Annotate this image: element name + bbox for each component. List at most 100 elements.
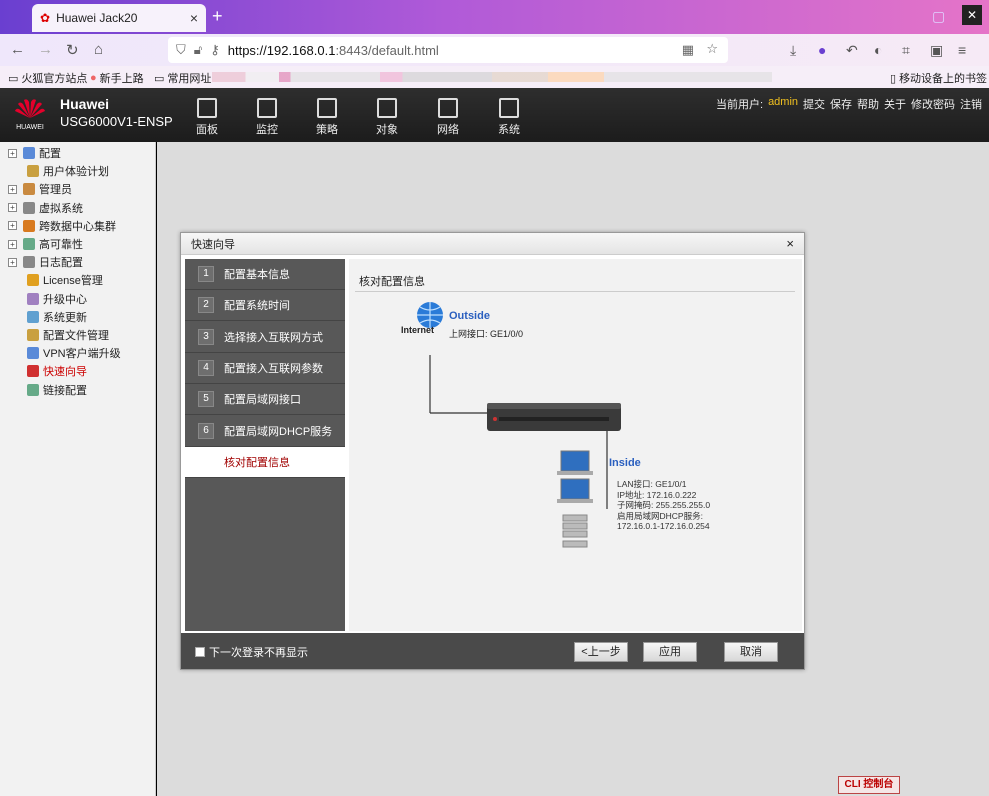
huawei-logo: HUAWEI	[12, 96, 48, 134]
sidebar-item[interactable]: + 虚拟系统	[8, 199, 83, 217]
account-icon[interactable]: ●	[818, 42, 826, 58]
review-panel: 核对配置信息 Internet Outside 上网接口: GE1/0/0 In…	[349, 259, 802, 631]
object-icon	[377, 98, 397, 118]
logout-link[interactable]: 注销	[960, 96, 982, 112]
sidebar-item-icon	[23, 256, 35, 269]
sidebar-item-label: 配置文件管理	[43, 330, 109, 342]
wizard-step[interactable]: 4 配置接入互联网参数	[185, 353, 345, 384]
network-icon	[438, 98, 458, 118]
wizard-step[interactable]: 5 配置局域网接口	[185, 384, 345, 416]
no-show-checkbox[interactable]	[195, 647, 205, 657]
huawei-favicon-icon: ✿	[40, 11, 51, 25]
addon-icon[interactable]: ▣	[930, 42, 943, 59]
wizard-step[interactable]: 6 配置局域网DHCP服务	[185, 416, 345, 447]
cancel-button[interactable]: 取消	[724, 642, 778, 662]
sidebar-item[interactable]: 链接配置	[27, 381, 87, 399]
sidebar-item[interactable]: + 跨数据中心集群	[8, 217, 116, 235]
menu-icon[interactable]: ≡	[958, 42, 966, 58]
dialog-close-icon[interactable]: ×	[786, 236, 794, 251]
window-close-icon[interactable]: ✕	[962, 5, 982, 25]
step-label: 核对配置信息	[224, 456, 290, 469]
expand-icon[interactable]: +	[8, 203, 17, 213]
nav-policy[interactable]: 策略	[305, 98, 349, 137]
cli-console-button[interactable]: CLI 控制台	[838, 776, 900, 794]
wizard-step[interactable]: 3 选择接入互联网方式	[185, 322, 345, 353]
forward-icon[interactable]: →	[38, 41, 53, 58]
dashboard-icon	[197, 98, 217, 118]
qr-icon[interactable]: ▦	[682, 42, 694, 58]
brand: Huawei USG6000V1-ENSP	[60, 96, 173, 129]
sidebar-item[interactable]: + 配置	[8, 144, 61, 162]
about-link[interactable]: 关于	[884, 96, 906, 112]
sidebar-item[interactable]: License管理	[27, 271, 103, 289]
current-user: admin	[768, 96, 799, 108]
submit-link[interactable]: 提交	[803, 96, 825, 112]
bookmark-item[interactable]: ● 新手上路	[90, 70, 144, 86]
help-link[interactable]: 帮助	[857, 96, 879, 112]
nav-monitor[interactable]: 监控	[245, 98, 289, 137]
nav-dashboard[interactable]: 面板	[185, 98, 229, 137]
sidebar-item[interactable]: 快速向导	[27, 362, 87, 380]
bookmark-item[interactable]: ▭ 常用网址	[154, 70, 211, 86]
no-show-option[interactable]: 下一次登录不再显示	[195, 644, 308, 660]
mobile-bookmarks[interactable]: ▯ 移动设备上的书签	[890, 70, 987, 86]
expand-icon[interactable]: +	[8, 239, 17, 249]
dialog-header: 快速向导 ×	[181, 233, 804, 255]
tab-close-icon[interactable]: ×	[190, 10, 198, 26]
window-minimize-icon[interactable]: ▢	[932, 8, 945, 25]
nav-object[interactable]: 对象	[365, 98, 409, 137]
home-icon[interactable]: ⌂	[94, 41, 103, 58]
firefox-icon: ●	[90, 72, 97, 84]
undo-icon[interactable]: ↶	[846, 42, 858, 59]
laptop-icon	[557, 478, 593, 503]
expand-icon[interactable]: +	[8, 257, 17, 267]
step-number: 1	[198, 266, 214, 282]
panel-title: 核对配置信息	[359, 276, 425, 288]
wizard-step[interactable]: 1 配置基本信息	[185, 259, 345, 290]
star-icon[interactable]: ☆	[706, 41, 718, 57]
nav-system[interactable]: 系统	[487, 98, 531, 137]
sidebar-item[interactable]: 配置文件管理	[27, 326, 109, 344]
url-host: https://192.168.0.1	[227, 42, 336, 58]
panel-divider	[355, 291, 795, 292]
sidebar-item[interactable]: 升级中心	[27, 290, 87, 308]
inside-detail: LAN接口: GE1/0/1 IP地址: 172.16.0.222 子网掩码: …	[617, 479, 711, 531]
download-icon[interactable]: ⤓	[790, 42, 796, 59]
prev-button[interactable]: <上一步	[574, 642, 628, 662]
sidebar-item[interactable]: 系统更新	[27, 308, 87, 326]
extension-icon[interactable]: ◐	[874, 42, 882, 58]
expand-icon[interactable]: +	[8, 221, 17, 231]
wizard-step[interactable]: 7 核对配置信息	[185, 446, 345, 478]
sidebar-item-icon	[23, 147, 35, 159]
sidebar-item-label: 配置	[39, 148, 61, 160]
sidebar-item[interactable]: + 日志配置	[8, 253, 83, 271]
nav-network[interactable]: 网络	[426, 98, 470, 137]
sidebar-item[interactable]: + 管理员	[8, 180, 72, 198]
new-tab-icon[interactable]: +	[212, 6, 223, 27]
bookmark-item[interactable]: ▭ 火狐官方站点	[8, 70, 87, 86]
brand-name: Huawei	[60, 96, 110, 112]
user-bar: 当前用户: admin 提交 保存 帮助 关于 修改密码 注销	[716, 96, 982, 112]
expand-icon[interactable]: +	[8, 148, 17, 158]
sidebar-item[interactable]: + 高可靠性	[8, 235, 83, 253]
change-password-link[interactable]: 修改密码	[911, 96, 955, 112]
sidebar-item-label: 管理员	[39, 184, 72, 197]
wizard-step[interactable]: 2 配置系统时间	[185, 290, 345, 322]
save-link[interactable]: 保存	[830, 96, 852, 112]
step-number: 7	[198, 453, 214, 470]
back-icon[interactable]: ←	[10, 41, 25, 58]
step-number: 2	[198, 297, 214, 314]
sidebar-item[interactable]: VPN客户端升级	[27, 344, 121, 362]
expand-icon[interactable]: +	[8, 184, 17, 194]
mobile-icon: ▯	[890, 72, 897, 85]
inside-title: Inside	[609, 457, 641, 469]
firewall-device-icon	[487, 403, 621, 431]
apply-button[interactable]: 应用	[643, 642, 697, 662]
sidebar-item-icon	[27, 347, 39, 360]
url-bar[interactable]: ⛉ 🔓︎ ⚷ https://192.168.0.1:8443/default.…	[168, 37, 728, 63]
sidebar-item[interactable]: 用户体验计划	[27, 162, 109, 180]
browser-tab[interactable]: ✿ Huawei Jack20 ×	[32, 4, 206, 32]
blurred-bookmarks	[212, 72, 772, 82]
reload-icon[interactable]: ↻	[66, 41, 79, 59]
crop-icon[interactable]: ⌗	[902, 42, 910, 59]
